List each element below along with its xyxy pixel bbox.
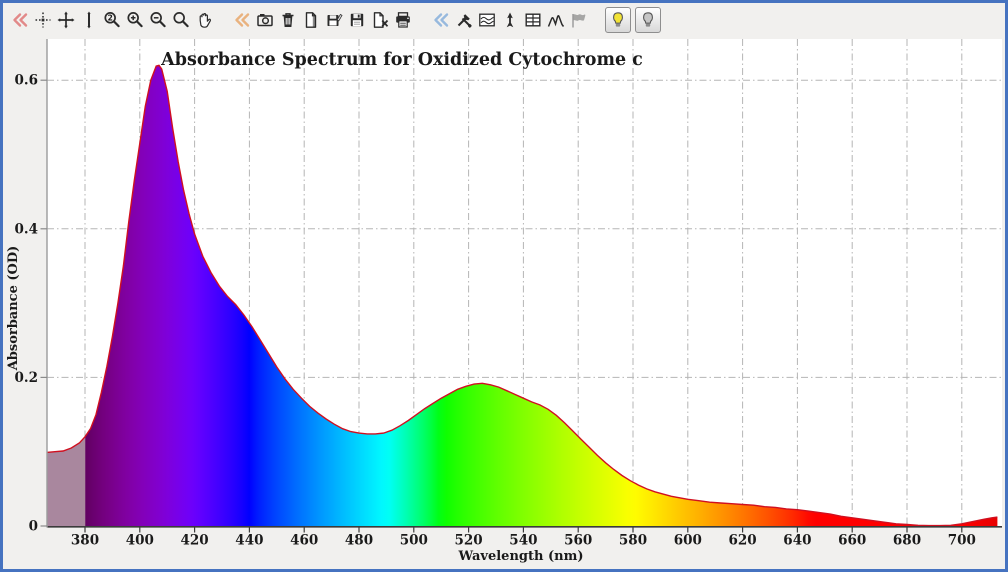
page-icon	[305, 12, 316, 28]
x-tick-label: 540	[509, 533, 537, 549]
toolbar: 2	[3, 3, 1005, 35]
tracking-cursor-button[interactable]	[31, 8, 54, 32]
x-tick-label: 420	[181, 533, 209, 549]
x-axis-label: Wavelength (nm)	[458, 549, 584, 564]
x-tick-label: 640	[783, 533, 811, 549]
x-tick-label: 500	[400, 533, 428, 549]
chart-area: 380 400 420 440 460 480 500 520 540 560 580 600 620 6…	[3, 35, 1005, 569]
collapse-analysis-group-button[interactable]	[429, 8, 452, 32]
double-chevron-icon	[12, 13, 27, 27]
svg-text:2: 2	[107, 13, 112, 22]
spectrometer-app-window: 2 380 400 420 440 460 480 500 520 540 560 580 600 62…	[0, 0, 1008, 572]
hand-icon	[199, 13, 211, 28]
y-tick-label: 0.6	[15, 73, 39, 89]
table-icon	[525, 13, 541, 27]
zoom-tool-button[interactable]	[169, 8, 192, 32]
zoom-region-button[interactable]: 2	[100, 8, 123, 32]
pan-tool-button[interactable]	[192, 8, 215, 32]
bulb-on-icon	[613, 12, 623, 27]
x-tick-label: 600	[674, 533, 702, 549]
x-tick-label: 660	[838, 533, 866, 549]
y-tick-label: 0	[29, 519, 38, 535]
magnifier-icon	[172, 12, 189, 28]
data-table-button[interactable]	[521, 8, 544, 32]
close-page-button[interactable]	[368, 8, 391, 32]
double-chevron-icon	[234, 13, 249, 27]
move-cursor-button[interactable]	[54, 8, 77, 32]
spectrum-chart: 380 400 420 440 460 480 500 520 540 560 580 600 620 6…	[6, 39, 1002, 564]
dart-icon	[506, 12, 513, 28]
x-tick-label: 560	[564, 533, 592, 549]
y-tick-label: 0.2	[15, 370, 39, 386]
experiment-setup-button[interactable]	[452, 8, 475, 32]
x-tick-label: 460	[290, 533, 318, 549]
magnifier-2-icon: 2	[103, 12, 120, 28]
print-button[interactable]	[391, 8, 414, 32]
vertical-cursor-button[interactable]	[77, 8, 100, 32]
double-chevron-icon	[433, 13, 448, 27]
x-tick-label: 580	[619, 533, 647, 549]
new-page-button[interactable]	[299, 8, 322, 32]
spectrum-box-icon	[478, 13, 495, 27]
x-tick-label: 700	[948, 533, 976, 549]
save-button[interactable]	[345, 8, 368, 32]
flag-icon	[571, 14, 585, 28]
page-x-icon	[373, 12, 388, 28]
x-tick-label: 680	[893, 533, 921, 549]
collapse-file-group-button[interactable]	[230, 8, 253, 32]
peaks-icon	[547, 15, 564, 27]
vertical-bar-icon	[86, 11, 91, 29]
spectrum-overlay-button[interactable]	[475, 8, 498, 32]
snapshot-button[interactable]	[253, 8, 276, 32]
dotted-crosshair-icon	[35, 12, 50, 28]
chart-title: Absorbance Spectrum for Oxidized Cytochr…	[160, 50, 643, 70]
x-tick-label: 480	[345, 533, 373, 549]
floppy-pencil-icon	[327, 13, 343, 26]
lamp-on-button[interactable]	[605, 7, 631, 33]
zoom-in-button[interactable]	[123, 8, 146, 32]
collapse-view-group-button[interactable]	[8, 8, 31, 32]
x-tick-label: 520	[455, 533, 483, 549]
delete-data-button[interactable]	[276, 8, 299, 32]
zoom-out-button[interactable]	[146, 8, 169, 32]
cursor-marker-button[interactable]	[498, 8, 521, 32]
crossed-tools-icon	[457, 14, 472, 28]
bulb-off-icon	[643, 12, 653, 27]
magnifier-plus-icon	[126, 12, 143, 28]
x-tick-label: 380	[71, 533, 99, 549]
printer-icon	[395, 12, 410, 28]
magnifier-minus-icon	[149, 12, 166, 28]
baseline-flag-button[interactable]	[567, 8, 590, 32]
x-tick-label: 440	[235, 533, 263, 549]
trash-icon	[282, 13, 293, 27]
y-tick-label: 0.4	[15, 221, 39, 237]
floppy-icon	[350, 13, 363, 27]
lamp-off-button[interactable]	[635, 7, 661, 33]
x-tick-label: 620	[729, 533, 757, 549]
x-tick-label: 400	[126, 533, 154, 549]
y-axis-label: Absorbance (OD)	[6, 246, 21, 372]
save-edited-button[interactable]	[322, 8, 345, 32]
move-crosshair-icon	[57, 11, 74, 29]
camera-icon	[256, 14, 273, 27]
peak-analysis-button[interactable]	[544, 8, 567, 32]
